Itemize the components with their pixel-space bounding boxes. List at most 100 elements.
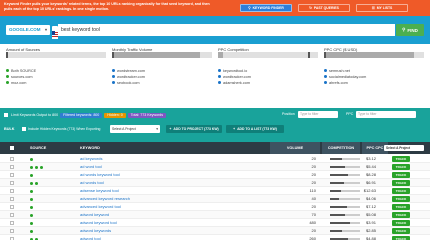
past-queries-button[interactable]: ↻ PAST QUERIES [298, 4, 350, 12]
metric-domain-item[interactable]: moz.com [6, 80, 26, 85]
track-button[interactable]: TRACK [392, 236, 410, 240]
cpc-value: $5.08 [365, 212, 376, 217]
include-hidden-option[interactable]: Include Hidden Keywords (773) When Expor… [22, 127, 100, 131]
track-button[interactable]: TRACK [392, 220, 410, 226]
domain-label: wordtracker.com [223, 74, 251, 79]
banner-description: Keyword Finder pulls your keywords' rela… [4, 2, 210, 11]
search-engine-select[interactable]: GOOGLE.COM ▾ [6, 25, 50, 35]
competition-bar-fill [330, 158, 342, 160]
row-checkbox[interactable] [10, 221, 14, 225]
search-icon: ⚲ [402, 27, 406, 32]
keyword-link[interactable]: adsense keyword tool [80, 188, 119, 193]
row-checkbox[interactable] [10, 165, 14, 169]
competition-bar [330, 198, 360, 200]
competition-bar [330, 158, 360, 160]
track-button[interactable]: TRACK [392, 156, 410, 162]
domain-label: ahrefs.com [329, 80, 348, 85]
domain-dot-icon [218, 81, 221, 84]
volume-value: 20 [311, 204, 316, 209]
row-checkbox[interactable] [10, 157, 14, 161]
metric-domain-item[interactable]: adamsherk.com [218, 80, 250, 85]
track-button[interactable]: TRACK [392, 204, 410, 210]
search-icon: ⚲ [248, 6, 251, 10]
header-source[interactable]: SOURCE [30, 142, 46, 154]
total-chip: Total: 773 Keywords [127, 112, 167, 118]
header-competition[interactable]: COMPETITION [322, 142, 360, 154]
keyword-link[interactable]: advanced keyword tool [80, 204, 121, 209]
track-button[interactable]: TRACK [392, 164, 410, 170]
keyword-link[interactable]: ad words keyword tool [80, 172, 120, 177]
metric-domain-item[interactable]: wordtracker.com [218, 74, 251, 79]
metric-domain-item[interactable]: semrush.net [324, 68, 350, 73]
results-table-header: SOURCE KEYWORD VOLUME COMPETITION PPC CP… [0, 142, 430, 154]
keyword-link[interactable]: adword keywords [80, 228, 111, 233]
keyword-link[interactable]: ad word tool [80, 164, 102, 169]
metric-bar [218, 52, 318, 58]
bulk-project-select[interactable]: Select A Project ▾ [110, 125, 160, 133]
volume-value: 40 [311, 196, 316, 201]
metric-domain-item[interactable]: Both SOURCE [6, 68, 36, 73]
keyword-link[interactable]: adword keyword tool [80, 220, 117, 225]
track-button[interactable]: TRACK [392, 212, 410, 218]
source-dot-icon [30, 222, 33, 225]
domain-dot-icon [6, 75, 9, 78]
metric-domain-item[interactable]: sources.com [6, 74, 33, 79]
keyword-link[interactable]: ad words tool [80, 180, 104, 185]
table-row: adword tool 260 $4.88 TRACK [0, 235, 430, 240]
keyword-search-input[interactable] [58, 24, 395, 36]
domain-label: semrush.net [329, 68, 350, 73]
keyword-link[interactable]: adword tool [80, 236, 101, 240]
cpc-value: $8.28 [365, 172, 376, 177]
find-button[interactable]: ⚲ FIND [396, 24, 424, 36]
track-button[interactable]: TRACK [392, 188, 410, 194]
source-dot-icon [30, 214, 33, 217]
metric-domain-item[interactable]: seobook.com [112, 80, 140, 85]
row-checkbox[interactable] [10, 197, 14, 201]
metric-domain-item[interactable]: wordstream.com [112, 68, 145, 73]
row-checkbox[interactable] [10, 205, 14, 209]
ppc-filter-input[interactable]: Type to filter [356, 111, 416, 118]
volume-value: 20 [311, 180, 316, 185]
row-checkbox[interactable] [10, 189, 14, 193]
competition-bar [330, 222, 360, 224]
header-volume[interactable]: VOLUME [270, 142, 320, 154]
limit-checkbox[interactable] [4, 113, 8, 117]
domain-dot-icon [6, 81, 9, 84]
position-filter-input[interactable]: Type to filter [298, 111, 338, 118]
metric-domain-item[interactable]: ahrefs.com [324, 80, 348, 85]
domain-dot-icon [112, 69, 115, 72]
add-to-list-button[interactable]: + ADD TO A LIST (773 KW) [226, 125, 284, 133]
domain-label: Both SOURCE [11, 68, 37, 73]
cpc-value: $4.88 [365, 236, 376, 240]
add-to-project-button[interactable]: + ADD TO PROJECT (773 KW) [166, 125, 222, 133]
metric-bar-marker [324, 52, 326, 58]
track-button[interactable]: TRACK [392, 228, 410, 234]
track-button[interactable]: TRACK [392, 196, 410, 202]
metric-domain-item[interactable]: wordtracker.com [112, 74, 145, 79]
include-hidden-checkbox[interactable] [22, 127, 26, 131]
keyword-link[interactable]: advanced keyword research [80, 196, 130, 201]
domain-label: adamsherk.com [223, 80, 251, 85]
track-button[interactable]: TRACK [392, 172, 410, 178]
limit-row: Limit Keywords Output to 800 Filtered ke… [4, 112, 167, 118]
row-checkbox[interactable] [10, 229, 14, 233]
keyword-finder-button[interactable]: ⚲ KEYWORD FINDER [240, 4, 292, 12]
metric-domain-item[interactable]: socialmediatoday.com [324, 74, 366, 79]
select-all-checkbox[interactable] [10, 142, 14, 154]
my-lists-button[interactable]: ☰ MY LISTS [356, 4, 408, 12]
track-button[interactable]: TRACK [392, 180, 410, 186]
metric-domain-item[interactable]: keywordtool.io [218, 68, 247, 73]
header-project-select[interactable]: Select A Project [384, 145, 424, 151]
row-checkbox[interactable] [10, 173, 14, 177]
header-keyword[interactable]: KEYWORD [80, 142, 100, 154]
metric-bar-marker [112, 52, 114, 58]
cpc-value: $2.85 [365, 228, 376, 233]
competition-bar-fill [330, 222, 350, 224]
keyword-link[interactable]: ad keywords [80, 156, 102, 161]
row-checkbox[interactable] [10, 181, 14, 185]
keyword-link[interactable]: adword keyword [80, 212, 109, 217]
row-checkbox[interactable] [10, 213, 14, 217]
competition-bar-fill [330, 198, 339, 200]
checkbox-box [10, 146, 14, 150]
source-dot-icon [35, 182, 38, 185]
